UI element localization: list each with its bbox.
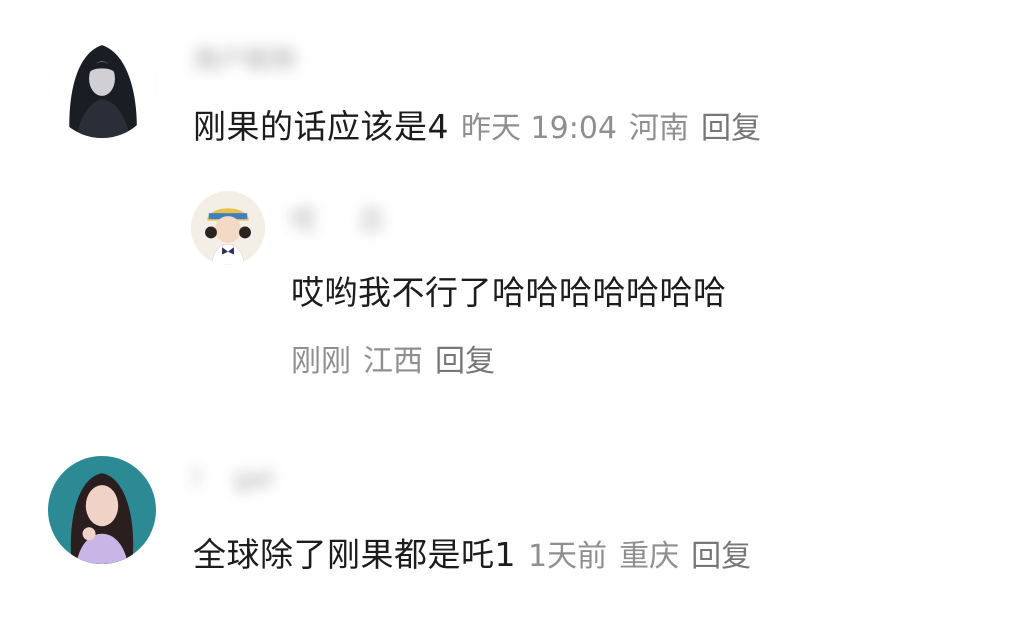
reply-button[interactable]: 回复 <box>701 103 761 147</box>
comment-location: 重庆 <box>619 539 680 574</box>
comment-line: 全球除了刚果都是吒1 1天前 重庆 回复 <box>193 528 751 576</box>
comment-time: 1天前 <box>528 539 608 574</box>
comment-time: 刚刚 <box>291 344 351 379</box>
comment-time: 昨天 19:04 <box>461 111 617 146</box>
comment-location: 江西 <box>363 344 423 379</box>
reply-button[interactable]: 回复 <box>691 531 751 575</box>
comment-text: 刚果的话应该是4 <box>193 107 449 146</box>
reply-button[interactable]: 回复 <box>435 336 495 380</box>
comment-text: 全球除了刚果都是吒1 <box>193 535 516 574</box>
user-avatar-icon[interactable] <box>191 191 265 265</box>
user-avatar-icon[interactable] <box>48 30 156 138</box>
username[interactable]: 用户昵称 <box>193 40 297 77</box>
comment-text: 哎哟我不行了哈哈哈哈哈哈哈 <box>291 273 727 312</box>
username[interactable]: l gal <box>193 464 273 494</box>
user-avatar-icon[interactable] <box>48 456 156 564</box>
comment-location: 河南 <box>629 111 689 146</box>
reply-text-line: 哎哟我不行了哈哈哈哈哈哈哈 <box>291 266 727 314</box>
username[interactable]: 哎 吕 <box>291 200 384 237</box>
reply-meta-line: 刚刚 江西 回复 <box>291 336 495 380</box>
comment-line: 刚果的话应该是4 昨天 19:04 河南 回复 <box>193 100 761 148</box>
